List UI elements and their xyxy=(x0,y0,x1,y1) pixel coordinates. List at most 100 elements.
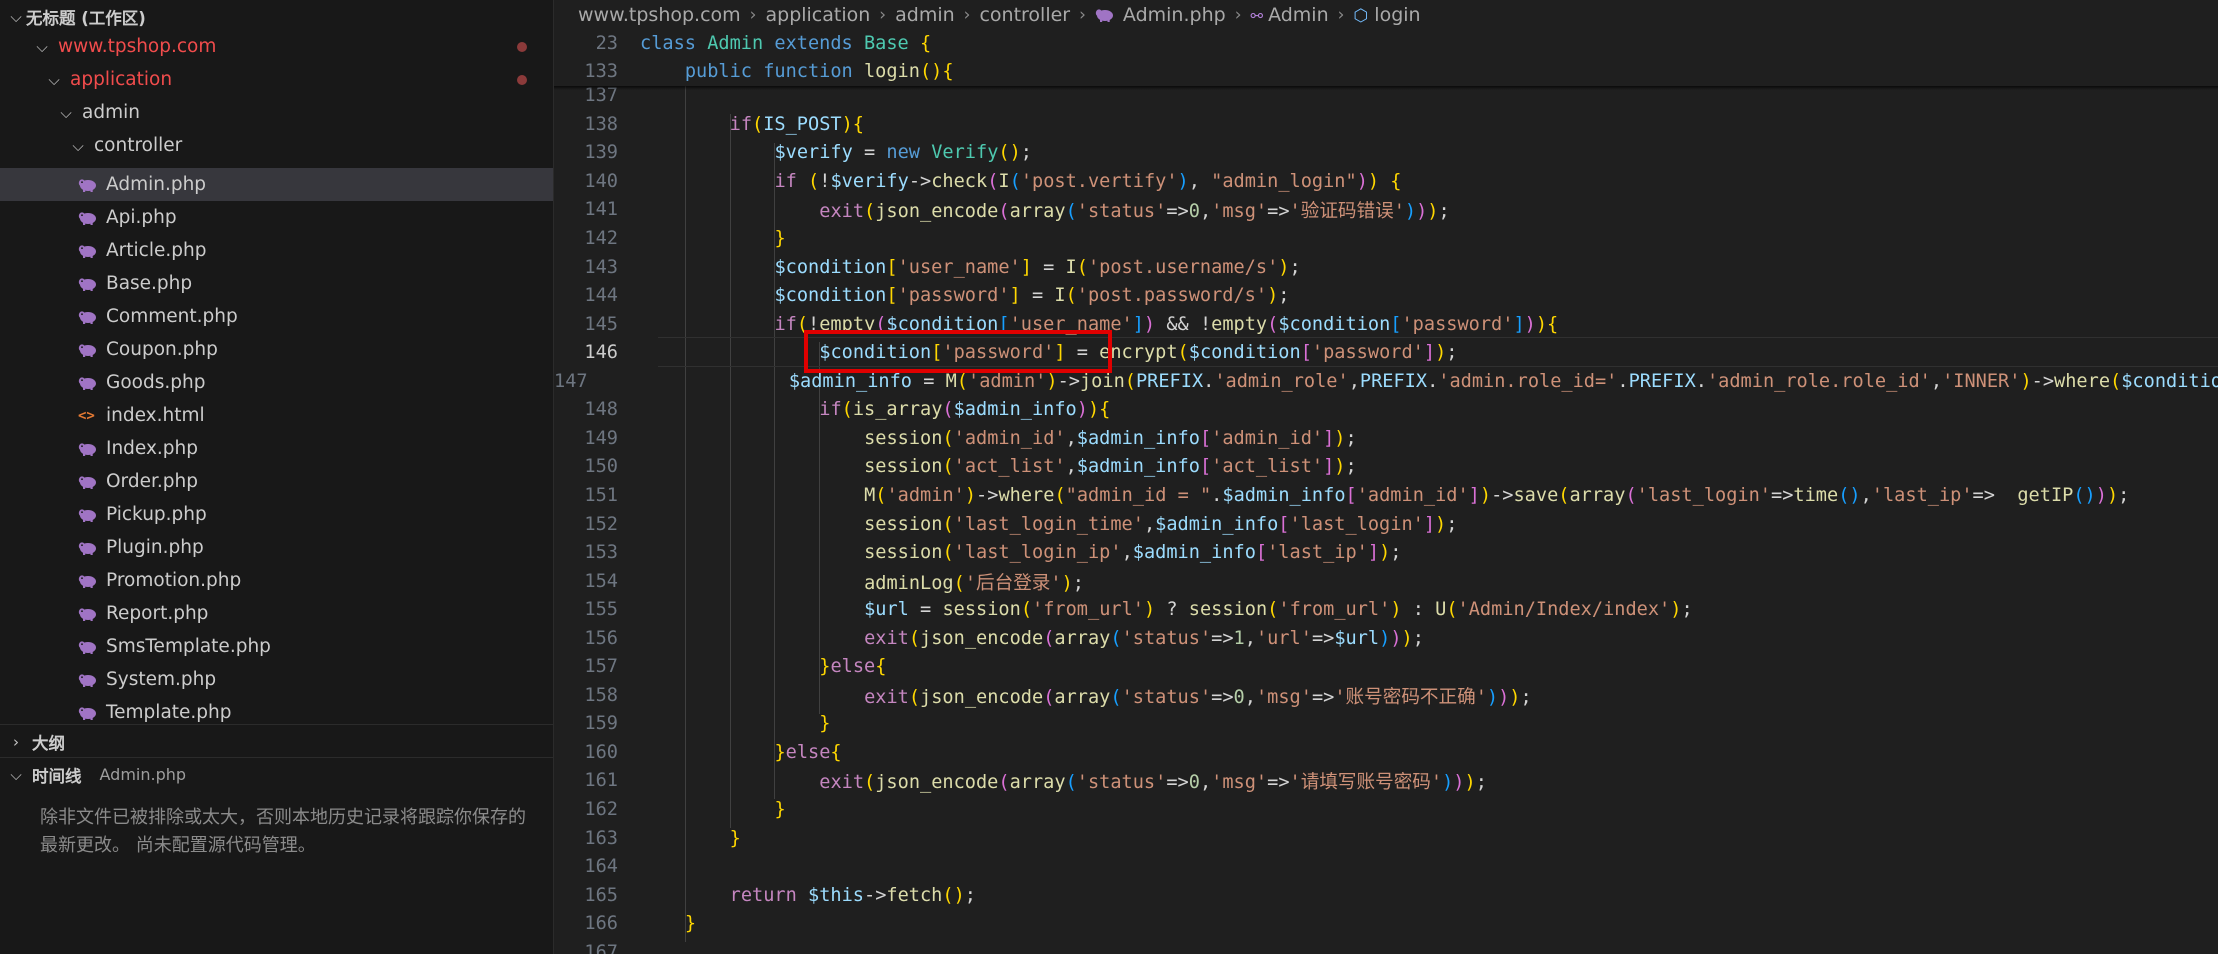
php-file-icon xyxy=(78,673,98,687)
breadcrumb-item[interactable]: www.tpshop.com xyxy=(578,4,741,26)
code-line[interactable]: 164 xyxy=(554,852,2218,881)
file-item[interactable]: Promotion.php xyxy=(0,564,553,597)
code-line[interactable]: 149 session('admin_id',$admin_info['admi… xyxy=(554,424,2218,453)
code-line[interactable]: 152 session('last_login_time',$admin_inf… xyxy=(554,510,2218,539)
file-item[interactable]: <> index.html xyxy=(0,399,553,432)
code-line[interactable]: 142 } xyxy=(554,224,2218,253)
folder-controller[interactable]: ⌵ controller xyxy=(0,129,553,162)
code-line[interactable]: 161 exit(json_encode(array('status'=>0,'… xyxy=(554,767,2218,796)
code-editor[interactable]: www.tpshop.com › application › admin › control… xyxy=(554,0,2218,954)
breadcrumb-label: login xyxy=(1374,3,1421,26)
file-item[interactable]: Order.php xyxy=(0,465,553,498)
line-number: 155 xyxy=(584,599,618,621)
file-item[interactable]: Article.php xyxy=(0,234,553,267)
code-line[interactable]: 144 $condition['password'] = I('post.pas… xyxy=(554,281,2218,310)
php-file-icon xyxy=(78,541,98,555)
folder-application[interactable]: ⌵ application xyxy=(0,63,553,96)
code-text: }else{ xyxy=(819,656,887,678)
code-line[interactable]: 162 } xyxy=(554,795,2218,824)
code-line[interactable]: 167 xyxy=(554,938,2218,954)
code-line[interactable]: 148 if(is_array($admin_info)){ xyxy=(554,396,2218,425)
breadcrumb-item[interactable]: ⬡ login xyxy=(1353,4,1420,26)
code-text: session('act_list',$admin_info['act_list… xyxy=(864,456,1357,478)
breadcrumb-label: Admin xyxy=(1268,3,1329,26)
code-line[interactable]: 158 exit(json_encode(array('status'=>0,'… xyxy=(554,681,2218,710)
code-line[interactable]: 139 $verify = new Verify(); xyxy=(554,139,2218,168)
code-text: public function login(){ xyxy=(684,61,954,83)
breadcrumb-item[interactable]: Admin.php xyxy=(1095,4,1226,26)
breadcrumb-item[interactable]: ⚯ Admin xyxy=(1251,4,1329,26)
php-file-icon xyxy=(78,508,98,522)
file-item[interactable]: Plugin.php xyxy=(0,531,553,564)
folder-admin[interactable]: ⌵ admin xyxy=(0,96,553,129)
file-item[interactable]: Admin.php xyxy=(0,168,553,201)
timeline-section-header[interactable]: ⌵ 时间线 Admin.php xyxy=(0,757,553,791)
line-number: 148 xyxy=(584,399,618,421)
sticky-scroll-line[interactable]: 23 class Admin extends Base { xyxy=(554,29,2218,58)
chevron-down-icon: ⌵ xyxy=(10,7,22,26)
code-line[interactable]: 156 exit(json_encode(array('status'=>1,'… xyxy=(554,624,2218,653)
code-line[interactable]: 138 if(IS_POST){ xyxy=(554,110,2218,139)
code-line[interactable]: 151 M('admin')->where("admin_id = ".$adm… xyxy=(554,481,2218,510)
php-file-icon xyxy=(78,640,98,654)
code-text: } xyxy=(684,913,697,935)
code-line[interactable]: 160 }else{ xyxy=(554,738,2218,767)
file-label: Pickup.php xyxy=(106,504,207,525)
file-item[interactable]: Api.php xyxy=(0,201,553,234)
code-text: session('last_login_time',$admin_info['l… xyxy=(864,513,1458,535)
sticky-scroll-shadow xyxy=(554,86,2218,90)
modified-dot xyxy=(517,42,527,52)
line-number: 23 xyxy=(595,32,618,54)
file-item[interactable]: Coupon.php xyxy=(0,333,553,366)
chevron-right-icon: › xyxy=(13,732,19,751)
code-line[interactable]: 157 }else{ xyxy=(554,653,2218,682)
code-text: } xyxy=(774,228,786,249)
php-file-icon xyxy=(78,277,98,291)
code-text: exit(json_encode(array('status'=>1,'url'… xyxy=(864,627,1424,649)
code-text: session('admin_id',$admin_info['admin_id… xyxy=(864,427,1357,449)
file-item[interactable]: Report.php xyxy=(0,597,553,630)
file-item[interactable]: SmsTemplate.php xyxy=(0,630,553,663)
file-label: index.html xyxy=(106,405,205,426)
breadcrumb-item[interactable]: application xyxy=(765,4,870,26)
code-text: } xyxy=(729,827,741,849)
code-text: exit(json_encode(array('status'=>0,'msg'… xyxy=(864,686,1532,708)
file-item[interactable]: Base.php xyxy=(0,267,553,300)
code-line[interactable]: 154 adminLog('后台登录'); xyxy=(554,567,2218,596)
code-text: return $this->fetch(); xyxy=(729,884,976,906)
php-file-icon xyxy=(78,244,98,258)
line-number: 165 xyxy=(584,884,618,906)
file-item[interactable]: System.php xyxy=(0,663,553,696)
line-number: 143 xyxy=(584,256,618,278)
chevron-down-icon: ⌵ xyxy=(60,103,72,122)
breadcrumb-item[interactable]: controller xyxy=(979,4,1070,26)
code-text: }else{ xyxy=(774,741,842,763)
php-file-icon xyxy=(78,178,98,192)
code-line[interactable]: 153 session('last_login_ip',$admin_info[… xyxy=(554,538,2218,567)
file-item[interactable]: Index.php xyxy=(0,432,553,465)
code-line[interactable]: 166 } xyxy=(554,909,2218,938)
code-line[interactable]: 163 } xyxy=(554,824,2218,853)
code-line[interactable]: 150 session('act_list',$admin_info['act_… xyxy=(554,453,2218,482)
line-number: 154 xyxy=(584,570,618,592)
sticky-scroll-line[interactable]: 133 public function login(){ xyxy=(554,57,2218,86)
code-line[interactable]: 140 if (!$verify->check(I('post.vertify'… xyxy=(554,167,2218,196)
code-line[interactable]: 165 return $this->fetch(); xyxy=(554,881,2218,910)
workspace-header[interactable]: ⌵ 无标题 (工作区) xyxy=(0,0,553,33)
outline-section-header[interactable]: › 大纲 xyxy=(0,724,553,758)
file-item[interactable]: Pickup.php xyxy=(0,498,553,531)
line-number: 158 xyxy=(584,684,618,706)
code-line[interactable]: 143 $condition['user_name'] = I('post.us… xyxy=(554,253,2218,282)
breadcrumb-item[interactable]: admin xyxy=(895,4,955,26)
file-item[interactable]: Goods.php xyxy=(0,366,553,399)
php-file-icon xyxy=(78,706,98,720)
code-line[interactable]: 141 exit(json_encode(array('status'=>0,'… xyxy=(554,196,2218,225)
code-line[interactable]: 159 } xyxy=(554,710,2218,739)
line-number: 151 xyxy=(584,484,618,506)
line-number: 156 xyxy=(584,627,618,649)
file-item[interactable]: Comment.php xyxy=(0,300,553,333)
method-symbol-icon: ⬡ xyxy=(1353,5,1369,26)
folder-root[interactable]: ⌵ www.tpshop.com xyxy=(0,30,553,63)
code-line[interactable]: 155 $url = session('from_url') ? session… xyxy=(554,595,2218,624)
php-file-icon xyxy=(78,211,98,225)
